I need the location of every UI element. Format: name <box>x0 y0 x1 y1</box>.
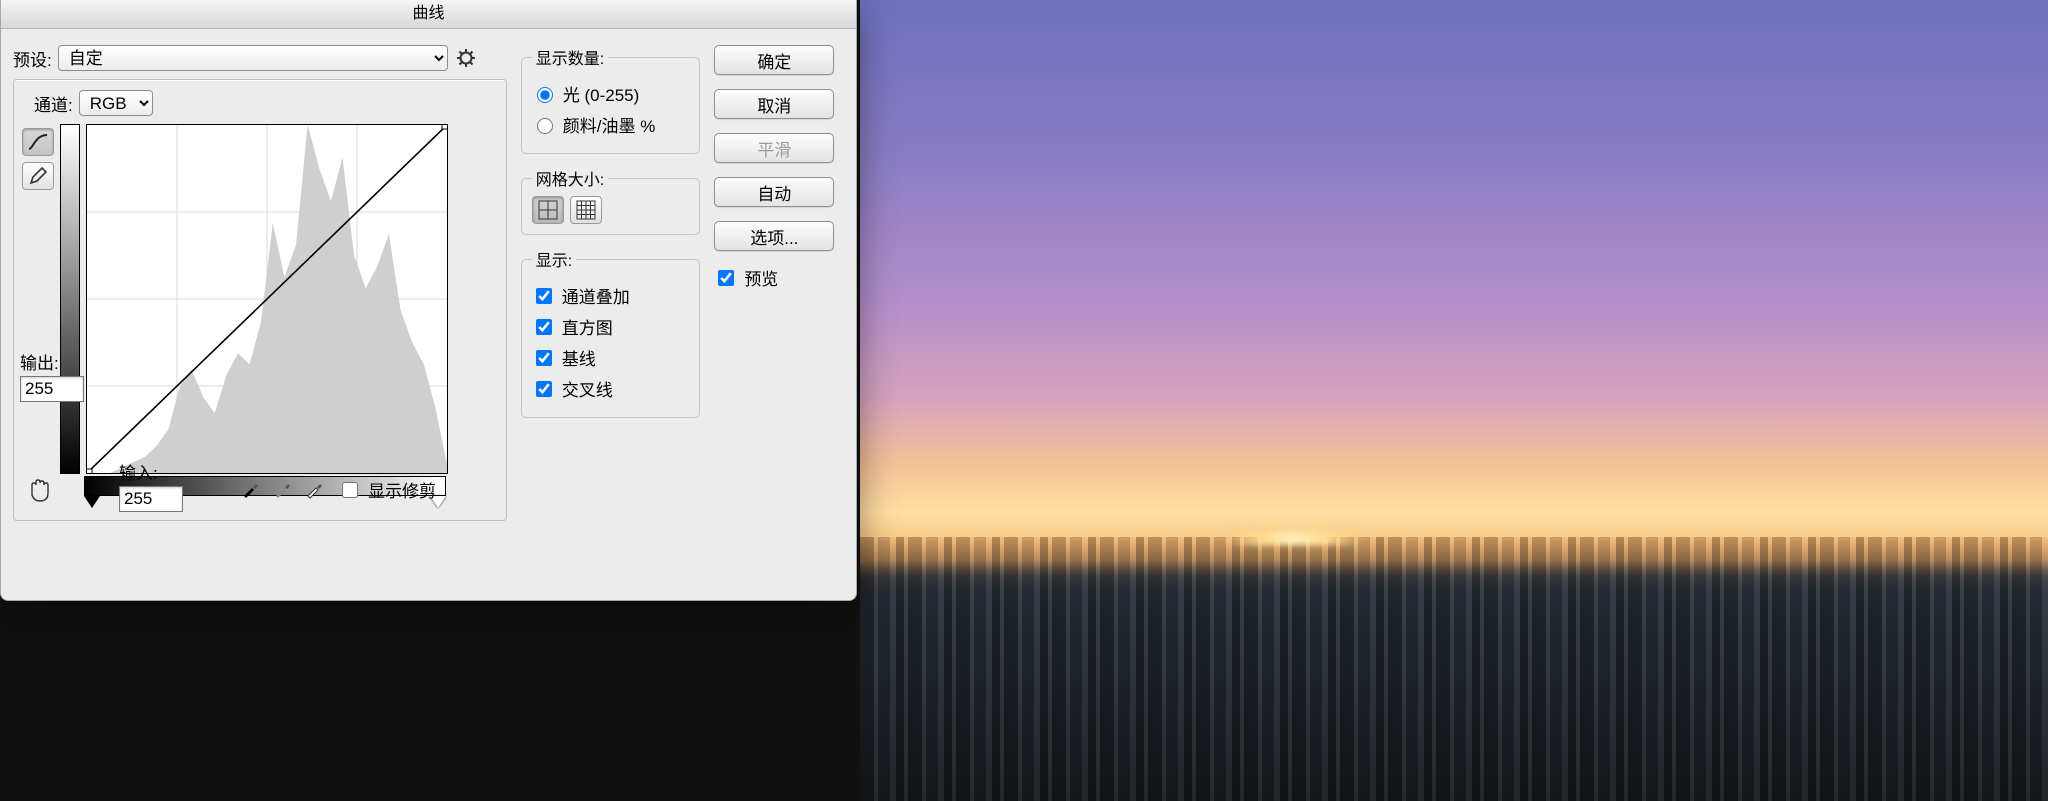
action-column: 确定 取消 平滑 自动 选项... 预览 <box>714 45 844 521</box>
chk-crosshair[interactable]: 交叉线 <box>532 376 690 401</box>
pencil-tool-icon[interactable] <box>22 162 54 190</box>
curve-graph[interactable] <box>86 124 448 474</box>
display-amount-group: 显示数量: 光 (0-255) 颜料/油墨 % <box>521 45 701 154</box>
preset-select[interactable]: 自定 <box>58 45 448 71</box>
curves-left-column: 预设: 自定 通道: RGB <box>13 45 507 521</box>
cancel-button[interactable]: 取消 <box>714 89 834 119</box>
chk-baseline[interactable]: 基线 <box>532 345 690 370</box>
curves-dialog: 曲线 预设: 自定 通道: RGB <box>0 0 857 601</box>
eyedropper-black-icon[interactable] <box>238 478 262 502</box>
curve-graph-wrap <box>60 124 448 508</box>
output-gradient <box>60 124 80 474</box>
curve-tool-icon[interactable] <box>22 128 54 156</box>
chk-channel-overlay[interactable]: 通道叠加 <box>532 283 690 308</box>
output-label: 输出: <box>20 349 84 374</box>
hand-tool-icon[interactable] <box>24 476 56 504</box>
grid-4-icon[interactable] <box>532 196 564 224</box>
eyedropper-white-icon[interactable] <box>302 478 326 502</box>
eyedropper-gray-icon[interactable] <box>270 478 294 502</box>
channel-select[interactable]: RGB <box>79 90 153 116</box>
chk-histogram[interactable]: 直方图 <box>532 314 690 339</box>
show-clipping-checkbox[interactable]: 显示修剪 <box>338 477 436 502</box>
preset-label: 预设: <box>13 46 52 71</box>
grid-16-icon[interactable] <box>570 196 602 224</box>
dialog-title: 曲线 <box>1 0 856 29</box>
gear-icon[interactable] <box>454 46 478 70</box>
radio-light[interactable]: 光 (0-255) <box>532 81 690 106</box>
ok-button[interactable]: 确定 <box>714 45 834 75</box>
curve-panel: 通道: RGB <box>13 79 507 521</box>
preview-image <box>860 0 2048 801</box>
smooth-button[interactable]: 平滑 <box>714 133 834 163</box>
curve-tools <box>22 128 54 508</box>
preview-checkbox[interactable]: 预览 <box>714 265 844 290</box>
radio-pigment[interactable]: 颜料/油墨 % <box>532 112 690 137</box>
channel-label: 通道: <box>34 91 73 116</box>
output-block: 输出: <box>20 349 84 402</box>
grid-size-group: 网格大小: <box>521 166 701 235</box>
output-field[interactable] <box>20 376 84 402</box>
options-column: 显示数量: 光 (0-255) 颜料/油墨 % 网格大小: <box>521 45 701 521</box>
show-group: 显示: 通道叠加 直方图 基线 交叉线 <box>521 247 701 418</box>
auto-button[interactable]: 自动 <box>714 177 834 207</box>
options-button[interactable]: 选项... <box>714 221 834 251</box>
